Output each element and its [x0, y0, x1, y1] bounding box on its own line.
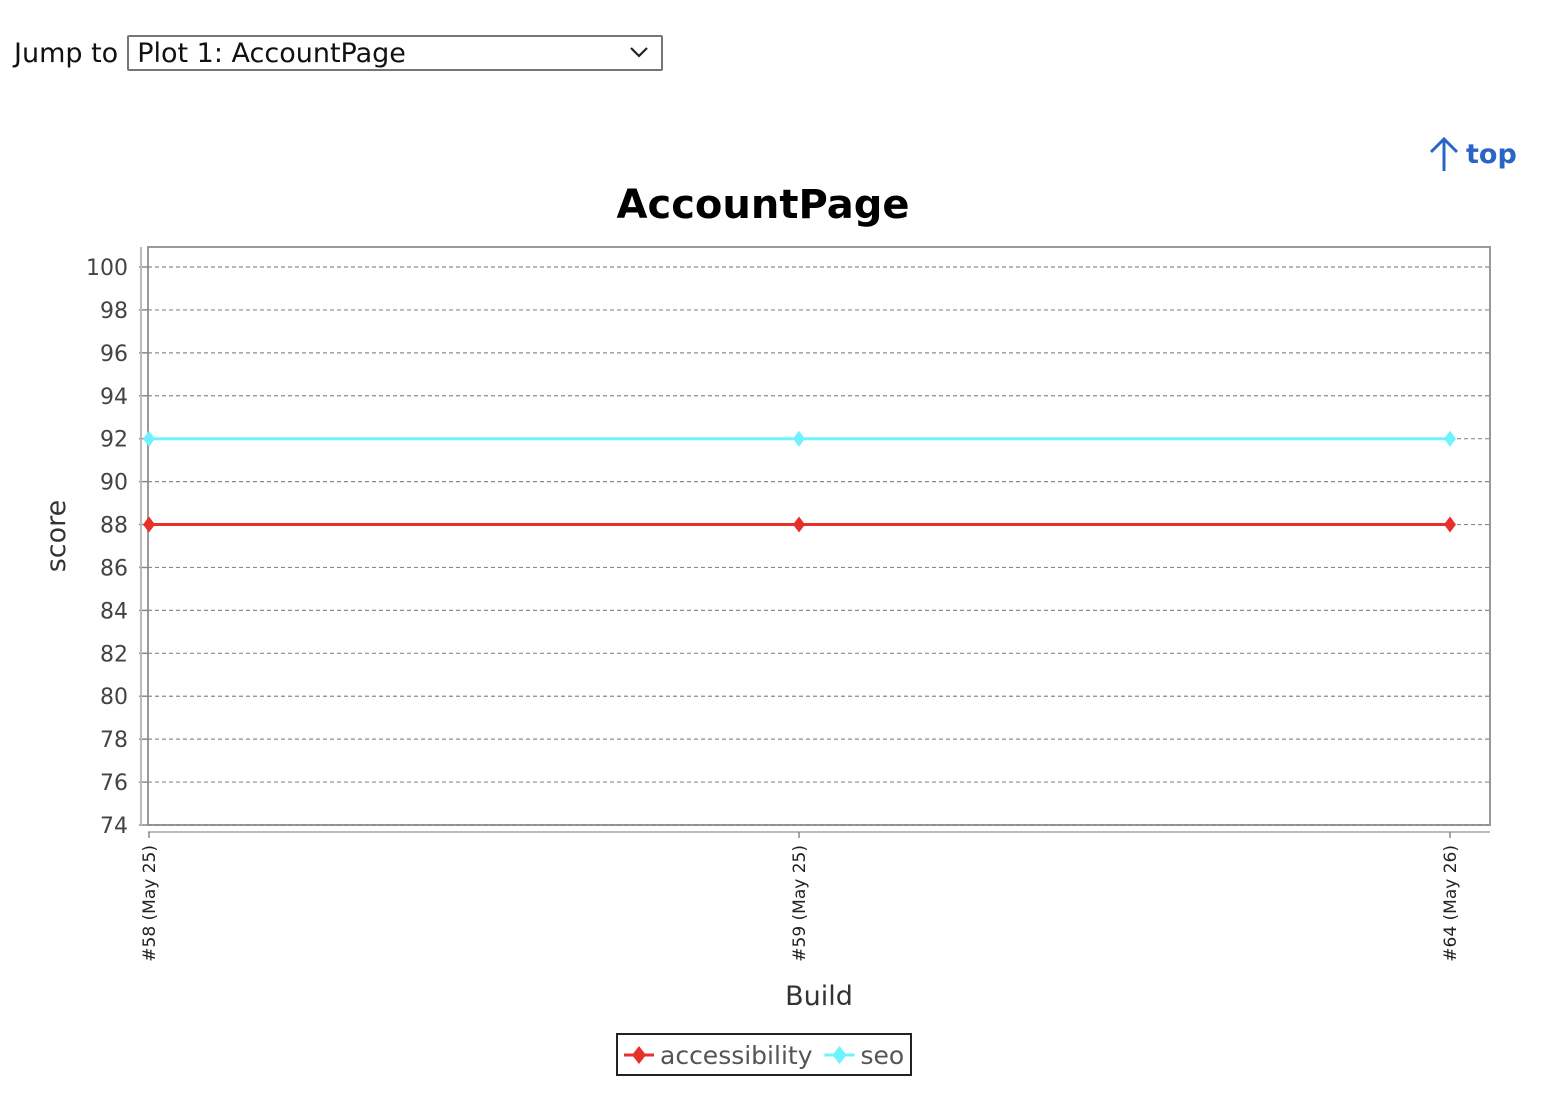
y-tick-label: 80 [100, 685, 128, 710]
legend: accessibility seo [616, 1033, 912, 1076]
y-tick-label: 90 [100, 471, 128, 496]
y-tick-label: 98 [100, 299, 128, 324]
y-tick-label: 78 [100, 728, 128, 753]
y-axis-title: score [41, 500, 72, 573]
seo-legend-label: seo [861, 1041, 905, 1070]
chart-title: AccountPage [617, 182, 910, 228]
y-tick-label: 94 [100, 385, 128, 410]
plot-area [147, 246, 1491, 826]
x-tick-label: #59 (May 25) [790, 845, 810, 962]
y-tick-label: 86 [100, 556, 128, 581]
y-tick-label: 74 [100, 814, 128, 839]
y-tick-label: 96 [100, 342, 128, 367]
x-axis-title: Build [785, 981, 853, 1012]
y-tick-label: 92 [100, 428, 128, 453]
x-tick-label: #58 (May 25) [140, 845, 160, 962]
y-tick-label: 84 [100, 599, 128, 624]
chart: AccountPage 100 98 96 94 92 90 88 86 84 82 80 78 76 7… [41, 182, 1491, 1076]
y-tick-label: 82 [100, 642, 128, 667]
y-tick-label: 88 [100, 514, 128, 539]
y-tick-label: 100 [86, 256, 128, 281]
x-tick-label: #64 (May 26) [1441, 845, 1461, 962]
accessibility-legend-label: accessibility [660, 1041, 813, 1070]
y-tick-label: 76 [100, 771, 128, 796]
